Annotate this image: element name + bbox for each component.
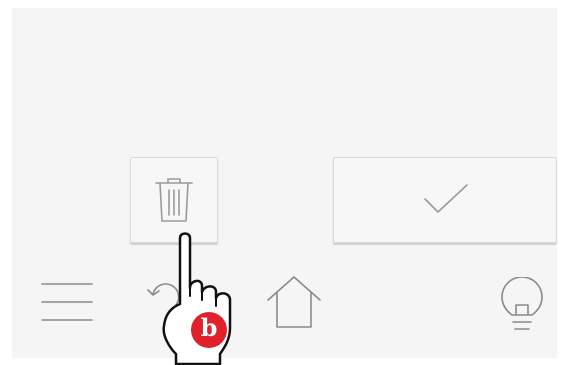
confirm-button[interactable]: [333, 157, 557, 243]
screen: b: [0, 0, 569, 365]
home-icon[interactable]: [266, 274, 322, 330]
trash-icon: [155, 178, 193, 222]
gesture-badge: b: [191, 312, 227, 348]
lightbulb-icon[interactable]: [500, 277, 544, 333]
checkmark-icon: [424, 184, 468, 213]
hamburger-menu-icon[interactable]: [40, 282, 94, 322]
